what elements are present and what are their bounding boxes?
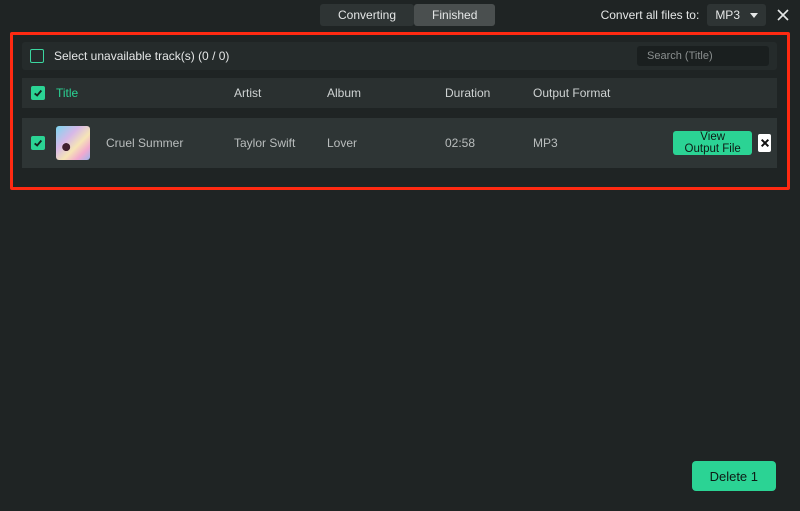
album-art-thumbnail xyxy=(56,126,90,160)
output-format-value: MP3 xyxy=(715,8,740,22)
delete-button[interactable]: Delete 1 xyxy=(692,461,776,491)
tab-converting[interactable]: Converting xyxy=(320,4,414,26)
col-title[interactable]: Title xyxy=(56,86,78,100)
select-all-checkbox[interactable] xyxy=(31,86,45,100)
close-button[interactable] xyxy=(774,6,792,24)
col-artist[interactable]: Artist xyxy=(234,86,261,100)
check-icon xyxy=(33,138,43,148)
main-tabs: Converting Finished xyxy=(320,4,495,26)
output-format-dropdown[interactable]: MP3 xyxy=(707,4,766,26)
convert-all-label: Convert all files to: xyxy=(601,8,700,22)
list-toolbar: Select unavailable track(s) (0 / 0) xyxy=(22,42,777,70)
view-output-file-button[interactable]: View Output File xyxy=(673,131,752,155)
remove-row-button[interactable] xyxy=(758,134,771,152)
topbar-right: Convert all files to: MP3 xyxy=(601,4,792,26)
col-duration[interactable]: Duration xyxy=(445,86,490,100)
search-input[interactable] xyxy=(647,50,789,62)
close-icon xyxy=(777,9,789,21)
col-album[interactable]: Album xyxy=(327,86,361,100)
chevron-down-icon xyxy=(750,13,758,18)
table-header: Title Artist Album Duration Output Forma… xyxy=(22,78,777,108)
col-format[interactable]: Output Format xyxy=(533,86,610,100)
search-field[interactable] xyxy=(637,46,769,66)
row-checkbox[interactable] xyxy=(31,136,45,150)
track-album: Lover xyxy=(327,136,357,150)
close-icon xyxy=(760,138,770,148)
tab-finished[interactable]: Finished xyxy=(414,4,495,26)
track-format: MP3 xyxy=(533,136,558,150)
track-title: Cruel Summer xyxy=(106,136,183,150)
select-unavailable-checkbox[interactable] xyxy=(30,49,44,63)
select-unavailable-label: Select unavailable track(s) (0 / 0) xyxy=(54,49,229,63)
track-artist: Taylor Swift xyxy=(234,136,295,150)
check-icon xyxy=(33,88,43,98)
track-duration: 02:58 xyxy=(445,136,475,150)
table-row: Cruel Summer Taylor Swift Lover 02:58 MP… xyxy=(22,118,777,168)
